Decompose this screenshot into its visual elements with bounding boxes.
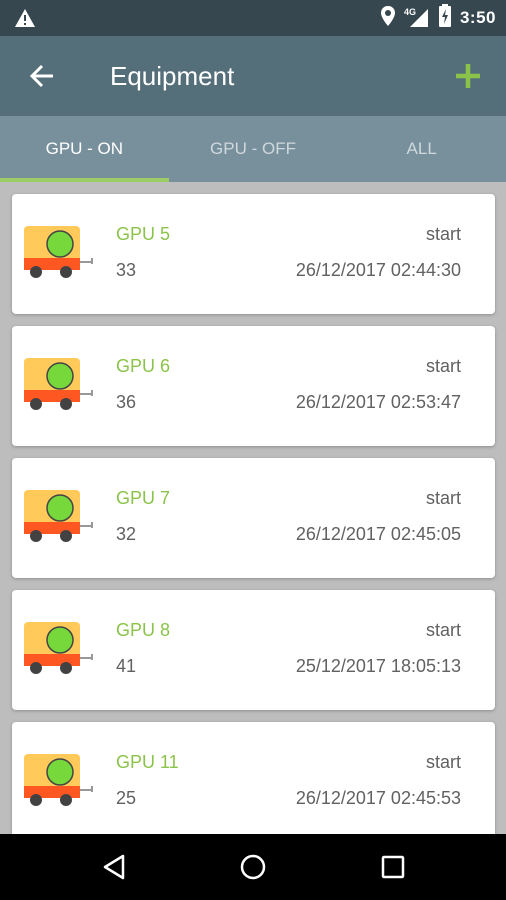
gpu-number: 36	[116, 392, 137, 412]
back-triangle-icon	[103, 854, 125, 880]
battery-charging-icon	[438, 3, 452, 33]
network-type-label: 4G	[403, 7, 416, 17]
list-item[interactable]: GPU 8 41 start 25/12/2017 18:05:13	[12, 590, 495, 710]
nav-home-button[interactable]	[233, 847, 273, 887]
back-button[interactable]	[24, 58, 60, 94]
gpu-status: start	[425, 356, 461, 376]
page-title: Equipment	[110, 61, 235, 91]
gpu-status: start	[425, 224, 461, 244]
warning-icon	[14, 8, 36, 33]
gpu-datetime: 25/12/2017 18:05:13	[295, 656, 461, 676]
nav-recents-button[interactable]	[373, 847, 413, 887]
tab-gpu-on[interactable]: GPU - ON	[0, 116, 169, 182]
list-item[interactable]: GPU 7 32 start 26/12/2017 02:45:05	[12, 458, 495, 578]
tab-bar: GPU - ON GPU - OFF ALL	[0, 116, 506, 182]
gpu-status: start	[425, 620, 461, 640]
gpu-datetime: 26/12/2017 02:45:05	[295, 524, 461, 544]
gpu-datetime: 26/12/2017 02:44:30	[295, 260, 461, 280]
system-nav-bar	[0, 834, 506, 900]
gpu-name: GPU 11	[116, 752, 179, 772]
clock: 3:50	[459, 8, 496, 27]
tab-all[interactable]: ALL	[337, 116, 506, 182]
location-icon	[380, 5, 396, 32]
signal-icon: 4G	[404, 7, 430, 29]
status-bar: 4G 3:50	[0, 0, 506, 36]
gpu-name: GPU 6	[116, 356, 171, 376]
gpu-number: 32	[116, 524, 137, 544]
gpu-name: GPU 7	[116, 488, 171, 508]
app-bar: Equipment	[0, 36, 506, 116]
gpu-truck-icon	[24, 358, 93, 410]
gpu-datetime: 26/12/2017 02:53:47	[295, 392, 461, 412]
gpu-status: start	[425, 752, 461, 772]
equipment-list: GPU 5 33 start 26/12/2017 02:44:30 GPU 6…	[0, 182, 506, 834]
list-item[interactable]: GPU 5 33 start 26/12/2017 02:44:30	[12, 194, 495, 314]
gpu-truck-icon	[24, 226, 93, 278]
gpu-number: 33	[116, 260, 137, 280]
gpu-truck-icon	[24, 490, 93, 542]
nav-back-button[interactable]	[94, 847, 134, 887]
gpu-number: 25	[116, 788, 137, 808]
gpu-name: GPU 5	[116, 224, 171, 244]
gpu-truck-icon	[24, 754, 93, 806]
list-item[interactable]: GPU 11 25 start 26/12/2017 02:45:53	[12, 722, 495, 834]
add-icon	[456, 64, 480, 88]
tab-gpu-off[interactable]: GPU - OFF	[169, 116, 338, 182]
home-circle-icon	[240, 854, 266, 880]
add-button[interactable]	[450, 58, 486, 94]
arrow-back-icon	[29, 64, 53, 88]
gpu-name: GPU 8	[116, 620, 171, 640]
gpu-truck-icon	[24, 622, 93, 674]
gpu-datetime: 26/12/2017 02:45:53	[295, 788, 461, 808]
gpu-number: 41	[116, 656, 137, 676]
list-item[interactable]: GPU 6 36 start 26/12/2017 02:53:47	[12, 326, 495, 446]
recents-square-icon	[381, 855, 405, 879]
gpu-status: start	[425, 488, 461, 508]
